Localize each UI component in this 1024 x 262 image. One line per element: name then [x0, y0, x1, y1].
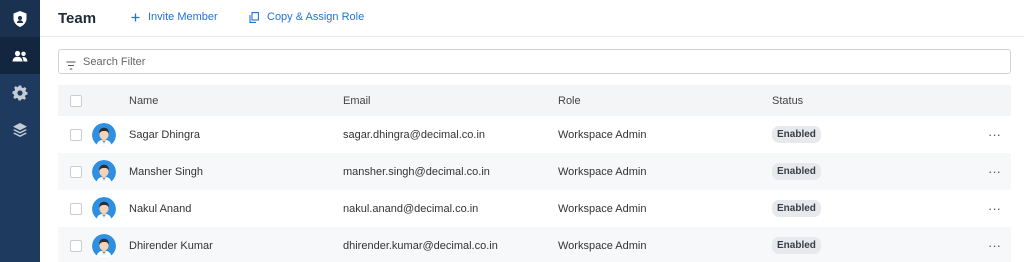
avatar	[92, 122, 116, 147]
avatar	[92, 233, 116, 258]
app: Team Invite Member Copy & Assign Role Na…	[0, 0, 1024, 262]
avatar-cell	[92, 227, 116, 262]
avatar-cell	[92, 153, 116, 190]
row-email: mansher.singh@decimal.co.in	[343, 165, 490, 178]
status-cell: Enabled	[772, 227, 821, 262]
copy-assign-role-button[interactable]: Copy & Assign Role	[249, 11, 364, 23]
status-badge: Enabled	[772, 200, 821, 217]
table-row[interactable]: Mansher Singh mansher.singh@decimal.co.i…	[58, 153, 1011, 190]
avatar	[92, 196, 116, 221]
search-filter-input[interactable]	[83, 53, 983, 71]
row-role: Workspace Admin	[558, 128, 647, 141]
avatar	[92, 159, 116, 184]
row-role: Workspace Admin	[558, 239, 647, 252]
invite-member-button[interactable]: Invite Member	[131, 11, 218, 23]
status-cell: Enabled	[772, 190, 821, 227]
plus-icon	[131, 13, 140, 22]
sidebar-item-layers[interactable]	[0, 111, 40, 148]
layers-icon	[12, 122, 28, 138]
column-header-name[interactable]: Name	[129, 85, 158, 116]
page-title: Team	[58, 10, 97, 27]
status-badge: Enabled	[772, 163, 821, 180]
table-header: Name Email Role Status	[58, 85, 1011, 116]
status-badge: Enabled	[772, 237, 821, 254]
row-email: dhirender.kumar@decimal.co.in	[343, 239, 498, 252]
row-checkbox-cell	[70, 116, 82, 153]
row-checkbox[interactable]	[70, 165, 82, 178]
more-options-icon[interactable]: ···	[988, 227, 1001, 262]
status-badge: Enabled	[772, 126, 821, 143]
copy-icon	[249, 11, 259, 23]
row-checkbox[interactable]	[70, 239, 82, 252]
sidebar-item-logo[interactable]	[0, 0, 40, 37]
sidebar-item-settings[interactable]	[0, 74, 40, 111]
row-name: Nakul Anand	[129, 202, 192, 215]
row-role: Workspace Admin	[558, 202, 647, 215]
sidebar-item-team[interactable]	[0, 37, 40, 74]
search-filter-box	[58, 49, 1011, 74]
avatar-cell	[92, 116, 116, 153]
filter-icon	[66, 57, 76, 75]
row-checkbox[interactable]	[70, 128, 82, 141]
row-email: sagar.dhingra@decimal.co.in	[343, 128, 486, 141]
more-options-icon[interactable]: ···	[988, 153, 1001, 190]
more-options-icon[interactable]: ···	[988, 116, 1001, 153]
status-cell: Enabled	[772, 153, 821, 190]
table-row[interactable]: Sagar Dhingra sagar.dhingra@decimal.co.i…	[58, 116, 1011, 153]
select-all-checkbox[interactable]	[70, 94, 82, 107]
column-header-role[interactable]: Role	[558, 85, 581, 116]
row-checkbox[interactable]	[70, 202, 82, 215]
header: Team Invite Member Copy & Assign Role	[40, 0, 1024, 37]
row-name: Sagar Dhingra	[129, 128, 200, 141]
row-checkbox-cell	[70, 227, 82, 262]
avatar-cell	[92, 190, 116, 227]
users-icon	[12, 50, 28, 62]
invite-member-label: Invite Member	[148, 11, 218, 23]
copy-assign-role-label: Copy & Assign Role	[267, 11, 365, 23]
row-checkbox-cell	[70, 190, 82, 227]
table-row[interactable]: Nakul Anand nakul.anand@decimal.co.in Wo…	[58, 190, 1011, 227]
row-name: Mansher Singh	[129, 165, 203, 178]
shield-logo-icon	[12, 10, 28, 28]
table-row[interactable]: Dhirender Kumar dhirender.kumar@decimal.…	[58, 227, 1011, 262]
more-options-icon[interactable]: ···	[988, 190, 1001, 227]
row-email: nakul.anand@decimal.co.in	[343, 202, 479, 215]
column-header-status[interactable]: Status	[772, 85, 803, 116]
status-cell: Enabled	[772, 116, 821, 153]
sidebar	[0, 0, 40, 262]
row-name: Dhirender Kumar	[129, 239, 213, 252]
column-header-email[interactable]: Email	[343, 85, 371, 116]
gear-icon	[12, 85, 28, 101]
row-checkbox-cell	[70, 153, 82, 190]
select-all-cell	[70, 85, 82, 116]
row-role: Workspace Admin	[558, 165, 647, 178]
